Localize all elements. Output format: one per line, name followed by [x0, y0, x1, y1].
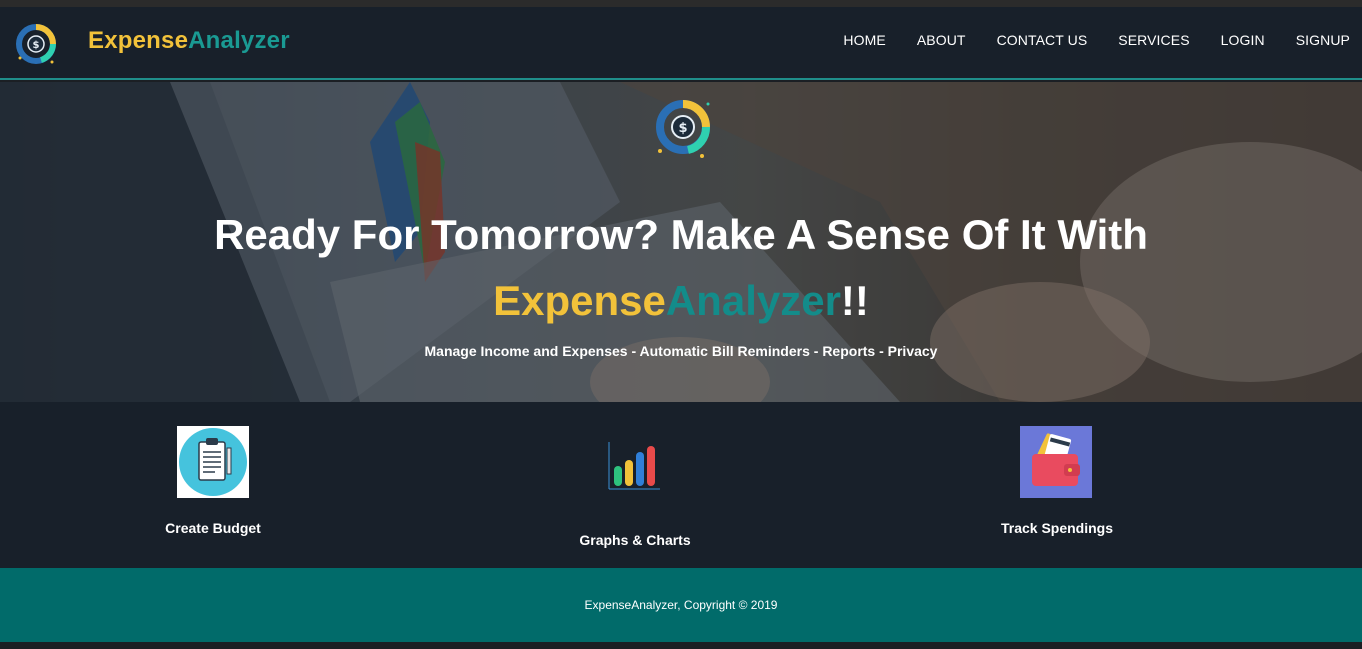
nav-about[interactable]: ABOUT	[917, 32, 966, 48]
svg-text:$: $	[33, 40, 40, 51]
hero-headline: Ready For Tomorrow? Make A Sense Of It W…	[0, 202, 1362, 334]
window-bottom-strip	[0, 642, 1362, 649]
window-top-strip	[0, 0, 1362, 7]
hero-headline-suffix: !!	[840, 277, 869, 324]
footer-copyright: ExpenseAnalyzer, Copyright © 2019	[584, 598, 778, 612]
nav-home[interactable]: HOME	[843, 32, 885, 48]
features-section: Create Budget Graphs & Charts Track Spen…	[0, 402, 1362, 568]
footer: ExpenseAnalyzer, Copyright © 2019	[0, 568, 1362, 642]
navbar: $ ExpenseAnalyzer HOME ABOUT CONTACT US …	[0, 7, 1362, 80]
feature-graphs-charts-label: Graphs & Charts	[579, 532, 691, 548]
hero-logo-icon: $	[656, 100, 710, 158]
nav-services[interactable]: SERVICES	[1118, 32, 1189, 48]
hero-headline-line1: Ready For Tomorrow? Make A Sense Of It W…	[214, 211, 1148, 258]
bar-chart-icon	[608, 442, 660, 490]
brand-part-expense: Expense	[88, 27, 189, 54]
nav-contact-us[interactable]: CONTACT US	[997, 32, 1088, 48]
svg-text:$: $	[678, 121, 687, 136]
nav-signup[interactable]: SIGNUP	[1296, 32, 1350, 48]
brand-part-analyzer: Analyzer	[188, 27, 290, 54]
feature-track-spendings-label: Track Spendings	[1000, 520, 1114, 536]
main-nav: HOME ABOUT CONTACT US SERVICES LOGIN SIG…	[812, 32, 1350, 48]
hero-banner: $ Ready For Tomorrow? Make A Sense Of It…	[0, 82, 1362, 402]
clipboard-icon	[177, 426, 249, 498]
expense-logo-icon[interactable]: $	[14, 22, 58, 66]
nav-login[interactable]: LOGIN	[1221, 32, 1265, 48]
hero-subtitle: Manage Income and Expenses - Automatic B…	[424, 343, 938, 359]
wallet-icon	[1020, 426, 1092, 498]
feature-create-budget-label: Create Budget	[165, 520, 261, 536]
hero-brand-expense: Expense	[493, 277, 666, 324]
hero-brand-analyzer: Analyzer	[665, 277, 841, 324]
brand-name[interactable]: ExpenseAnalyzer	[88, 27, 290, 55]
